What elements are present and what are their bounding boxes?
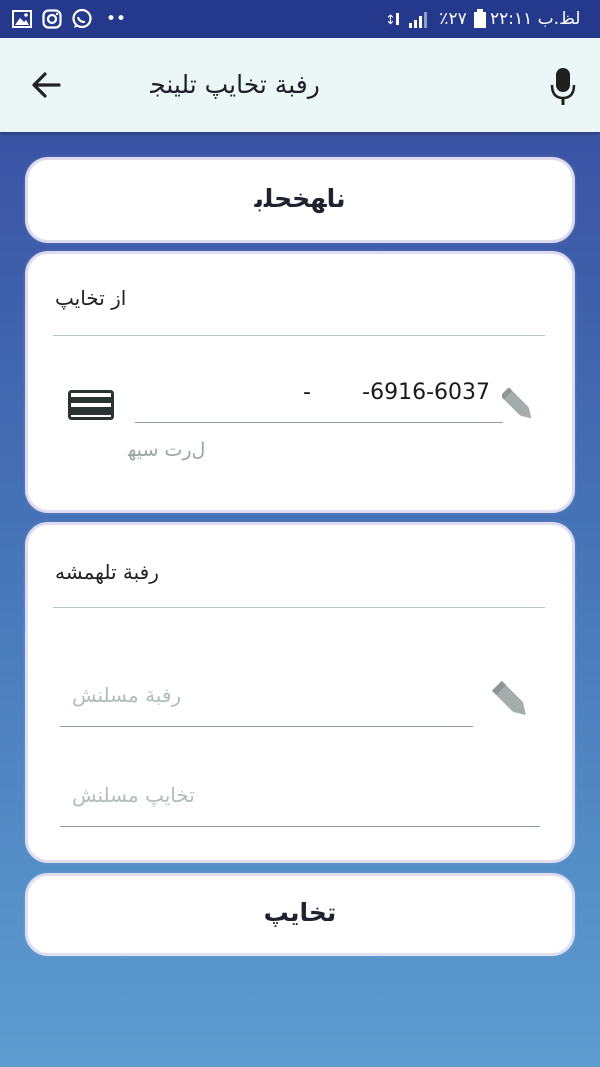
amount-placeholder: ﺗﺨﺎﻳﭗ ﻣﺴﻠﻨﺶ	[72, 783, 195, 807]
svg-text:↕: ↕	[385, 13, 396, 28]
status-overflow: ••	[106, 9, 127, 29]
battery-percent: ٢٧٪	[439, 9, 467, 29]
arrow-left-icon[interactable]	[31, 70, 63, 100]
card-number-input[interactable]: -6916-6037 -	[135, 366, 503, 423]
gallery-icon	[12, 10, 32, 28]
pencil-icon[interactable]	[502, 384, 534, 426]
amount-underline	[60, 826, 540, 827]
pencil-icon[interactable]	[488, 678, 534, 722]
destination-card-placeholder: ﺭﻓﺒﺔ ﻣﺴﻠﻨﺶ	[72, 683, 182, 707]
top-action-label: ﻧﺎﻬﺨﺤﻠﺑ	[254, 184, 346, 213]
amount-input[interactable]: ﺗﺨﺎﻳﭗ ﻣﺴﻠﻨﺶ	[60, 775, 540, 827]
instagram-icon	[42, 9, 62, 29]
card-number-value: -6916-6037	[362, 380, 490, 405]
top-action-button[interactable]: ﻧﺎﻬﺨﺤﻠﺑ	[28, 160, 572, 240]
signal-icon	[409, 12, 427, 28]
credit-card-icon	[68, 390, 114, 420]
app-bar: ﺭﻓﺒﺔ ﺗﺨﺎﻳﭗ ﺗﻠﻴﻨﺠ	[0, 38, 600, 132]
data-icon: ↕	[385, 13, 399, 28]
battery-icon	[474, 9, 486, 28]
destination-card-input[interactable]: ﺭﻓﺒﺔ ﻣﺴﻠﻨﺶ	[60, 675, 473, 727]
status-time: ﻟﻆ.ﺏ ٢٢:١١	[490, 9, 581, 29]
pay-button-label: ﺗﺨﺎﻳﭗ	[263, 898, 337, 927]
page-title: ﺭﻓﺒﺔ ﺗﺨﺎﻳﭗ ﺗﻠﻴﻨﺠ	[150, 70, 320, 99]
card-number-underline	[135, 422, 503, 423]
pay-button[interactable]: ﺗﺨﺎﻳﭗ	[28, 876, 572, 953]
destination-card-underline	[60, 726, 473, 727]
whatsapp-icon	[72, 8, 92, 29]
divider	[53, 607, 545, 608]
destination-card-heading: ﺭﻓﺒﺔ ﺗﻠﻬﻤﺸﻪ	[55, 560, 159, 584]
status-bar: •• ↕ ٢٧٪ ﻟﻆ.ﺏ ٢٢:١١	[0, 0, 600, 38]
source-card-panel: ﺍﺯ ﺗﺨﺎﻳﭗ -6916-6037 - ﻝﺭﺕ ﺳﻴﻬ	[28, 254, 572, 510]
destination-card-panel: ﺭﻓﺒﺔ ﺗﻠﻬﻤﺸﻪ ﺭﻓﺒﺔ ﻣﺴﻠﻨﺶ ﺗﺨﺎﻳﭗ ﻣﺴﻠﻨﺶ	[28, 525, 572, 860]
microphone-icon[interactable]	[550, 67, 576, 107]
card-number-separator: -	[303, 380, 311, 405]
card-helper-text: ﻝﺭﺕ ﺳﻴﻬ	[128, 439, 206, 461]
source-card-heading: ﺍﺯ ﺗﺨﺎﻳﭗ	[55, 286, 127, 310]
divider	[53, 335, 545, 336]
